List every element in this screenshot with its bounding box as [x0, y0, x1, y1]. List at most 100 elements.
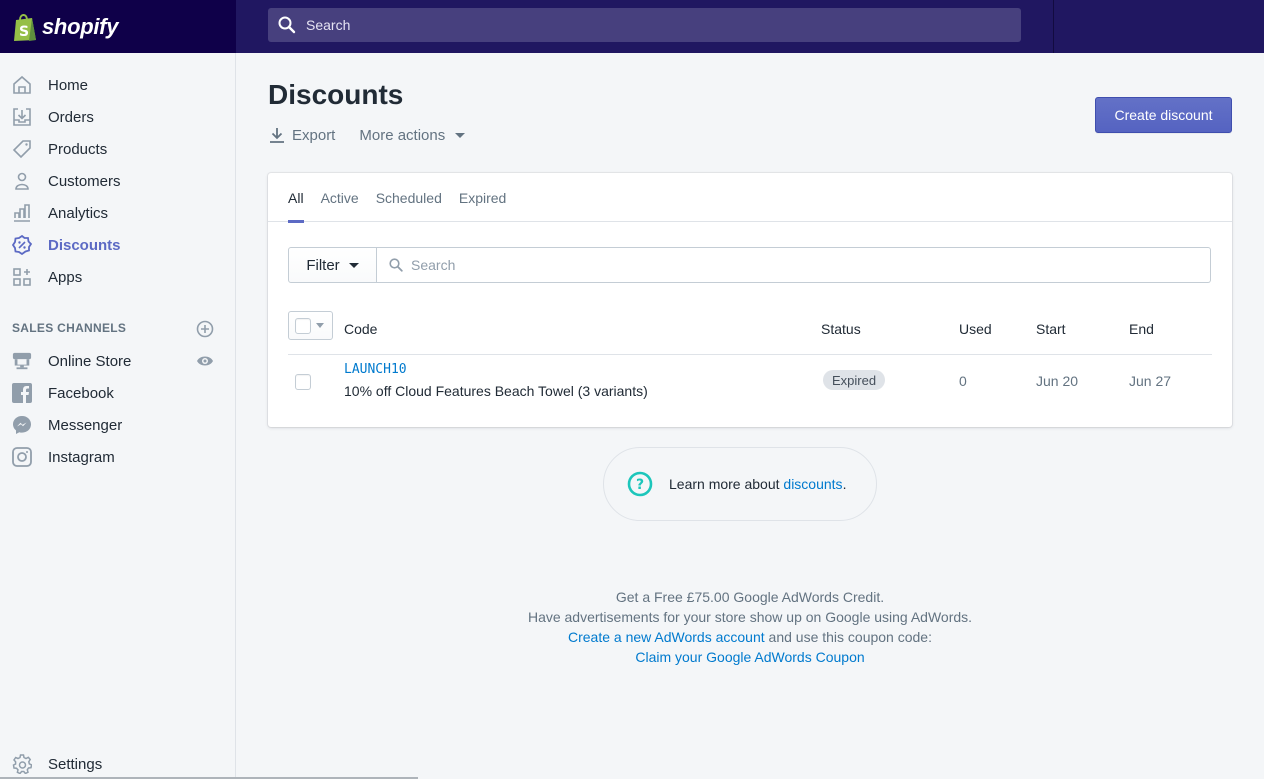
global-search[interactable]: Search — [268, 8, 1021, 42]
sidebar-item-discounts[interactable]: Discounts — [0, 229, 236, 261]
sidebar-item-orders[interactable]: Orders — [0, 101, 236, 133]
caret-down-icon — [455, 132, 466, 138]
sidebar-item-settings[interactable]: Settings — [0, 748, 236, 779]
more-actions-button[interactable]: More actions — [359, 126, 466, 144]
learn-more-callout: ? Learn more about discounts. — [603, 447, 877, 521]
discounts-card: All Active Scheduled Expired Filter Code… — [268, 173, 1232, 427]
sidebar-item-label: Discounts — [48, 236, 121, 254]
topbar-divider — [1053, 0, 1054, 53]
sales-channels-heading: SALES CHANNELS — [12, 321, 127, 335]
sidebar-item-label: Settings — [48, 755, 103, 773]
main-content: Discounts Export More actions Create dis… — [236, 53, 1264, 779]
tag-icon — [12, 139, 32, 159]
sidebar-item-instagram[interactable]: Instagram — [0, 441, 236, 473]
learn-more-suffix: . — [842, 476, 847, 492]
status-badge: Expired — [823, 370, 886, 390]
svg-text:S: S — [19, 24, 29, 40]
sidebar-item-label: Analytics — [48, 204, 109, 222]
bulk-select[interactable] — [288, 311, 333, 340]
tab-all[interactable]: All — [284, 173, 308, 223]
column-header-used: Used — [959, 321, 992, 337]
page-title: Discounts — [268, 79, 404, 110]
promo-line-2: Have advertisements for your store show … — [527, 609, 973, 625]
promo-line-1: Get a Free £75.00 Google AdWords Credit. — [615, 589, 885, 605]
bar-chart-icon — [12, 203, 32, 223]
export-label: Export — [292, 126, 336, 144]
plus-circle-icon — [196, 320, 214, 338]
create-discount-button[interactable]: Create discount — [1095, 97, 1232, 133]
top-bar: S shopify Search — [0, 0, 1264, 53]
filter-label: Filter — [306, 256, 340, 274]
filter-button[interactable]: Filter — [288, 247, 377, 283]
promo-line-3-text: and use this coupon code: — [764, 629, 932, 645]
sidebar-item-messenger[interactable]: Messenger — [0, 409, 236, 441]
discount-search-input[interactable] — [411, 257, 1111, 273]
promo-line-4: Claim your Google AdWords Coupon — [236, 647, 1264, 667]
eye-icon — [197, 356, 213, 366]
used-count: 0 — [959, 373, 967, 389]
search-icon — [389, 258, 403, 272]
instagram-icon — [12, 447, 32, 467]
claim-coupon-link[interactable]: Claim your Google AdWords Coupon — [635, 649, 864, 665]
sidebar-item-facebook[interactable]: Facebook — [0, 377, 236, 409]
add-sales-channel-button[interactable] — [196, 320, 214, 341]
gear-icon — [12, 754, 32, 774]
discount-search — [377, 247, 1211, 283]
column-header-status: Status — [821, 321, 861, 337]
end-date: Jun 27 — [1129, 373, 1172, 389]
export-button[interactable]: Export — [268, 126, 335, 144]
column-header-code: Code — [344, 321, 378, 337]
sidebar-item-label: Home — [48, 76, 89, 94]
discount-icon — [12, 235, 32, 255]
global-search-placeholder: Search — [306, 17, 351, 33]
download-icon — [270, 128, 284, 143]
table-row[interactable]: LAUNCH10 10% off Cloud Features Beach To… — [288, 355, 1212, 407]
sidebar-item-home[interactable]: Home — [0, 69, 236, 101]
view-online-store-button[interactable] — [196, 352, 214, 370]
learn-more-text: Learn more about discounts. — [669, 476, 846, 492]
search-icon — [278, 16, 296, 34]
row-checkbox[interactable] — [295, 374, 311, 390]
sidebar-item-label: Online Store — [48, 352, 132, 370]
apps-icon — [12, 267, 32, 287]
select-all-checkbox[interactable] — [295, 317, 311, 334]
sidebar: Home Orders Products Customers Analytics… — [0, 53, 236, 779]
shopify-bag-icon: S — [14, 13, 36, 41]
sidebar-item-analytics[interactable]: Analytics — [0, 197, 236, 229]
tab-active[interactable]: Active — [317, 173, 363, 222]
discount-description: 10% off Cloud Features Beach Towel (3 va… — [344, 383, 648, 399]
orders-icon — [12, 107, 32, 127]
shopify-logo[interactable]: S shopify — [0, 0, 236, 53]
page-actions: Export More actions — [268, 126, 466, 144]
discount-tabs: All Active Scheduled Expired — [268, 173, 1232, 223]
home-icon — [12, 75, 32, 95]
tab-expired[interactable]: Expired — [455, 173, 510, 222]
learn-more-prefix: Learn more about — [669, 476, 784, 492]
brand-name: shopify — [42, 13, 119, 39]
start-date: Jun 20 — [1036, 373, 1079, 389]
sidebar-item-label: Facebook — [48, 384, 114, 402]
sidebar-item-label: Products — [48, 140, 108, 158]
sidebar-item-label: Messenger — [48, 416, 123, 434]
create-adwords-account-link[interactable]: Create a new AdWords account — [568, 629, 765, 645]
svg-text:?: ? — [636, 477, 644, 493]
discounts-help-link[interactable]: discounts — [783, 476, 842, 492]
adwords-promo: Get a Free £75.00 Google AdWords Credit.… — [236, 587, 1264, 667]
column-header-start: Start — [1036, 321, 1066, 337]
facebook-icon — [12, 383, 32, 403]
sidebar-item-label: Orders — [48, 108, 94, 126]
filter-bar: Filter — [288, 247, 1211, 283]
caret-down-icon — [348, 262, 359, 268]
column-header-end: End — [1129, 321, 1154, 337]
caret-down-icon — [316, 323, 324, 328]
more-actions-label: More actions — [359, 126, 446, 144]
help-circle-icon: ? — [627, 471, 653, 497]
discount-code-link[interactable]: LAUNCH10 — [344, 362, 407, 377]
store-icon — [12, 351, 32, 371]
tab-scheduled[interactable]: Scheduled — [372, 173, 446, 222]
sidebar-item-customers[interactable]: Customers — [0, 165, 236, 197]
table-header: Code Status Used Start End — [288, 311, 1212, 355]
sidebar-item-products[interactable]: Products — [0, 133, 236, 165]
sidebar-item-apps[interactable]: Apps — [0, 261, 236, 293]
messenger-icon — [12, 415, 32, 435]
